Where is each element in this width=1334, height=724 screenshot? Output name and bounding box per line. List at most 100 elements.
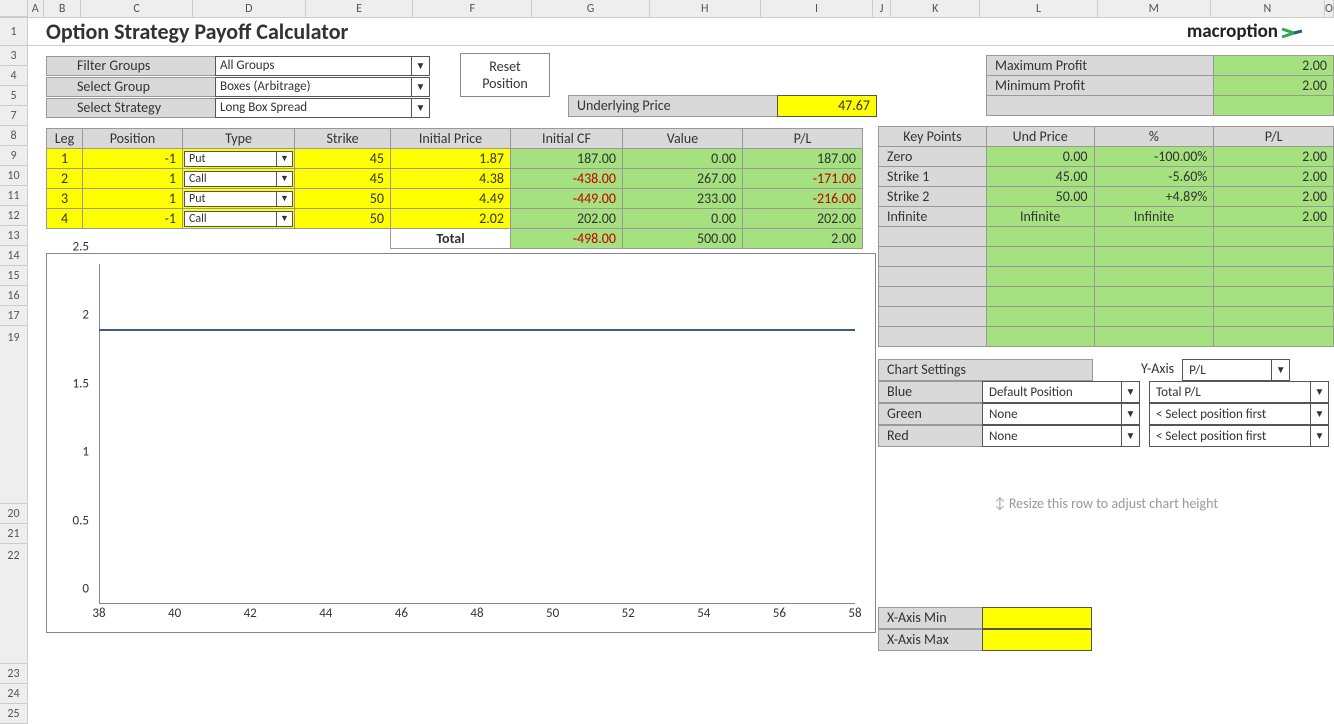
leg-strike-input[interactable]: 50 [295, 209, 391, 229]
leg-initial-price-input[interactable]: 4.38 [391, 169, 511, 189]
chart-plot-area [99, 264, 855, 604]
leg-type-select[interactable]: Call▼ [184, 211, 293, 227]
row-9[interactable]: 9 [0, 146, 28, 166]
leg-type-cell: Put▼ [183, 189, 295, 209]
kp-pl: 2.00 [1214, 207, 1334, 227]
blue-series-label: Blue [878, 381, 983, 403]
row-22[interactable]: 22 [0, 544, 28, 664]
min-profit-value: 2.00 [1214, 76, 1334, 96]
row-11[interactable]: 11 [0, 186, 28, 206]
col-K[interactable]: K [891, 0, 980, 17]
col-A[interactable]: A [28, 0, 44, 17]
col-O[interactable]: O [1325, 0, 1334, 17]
row-14[interactable]: 14 [0, 246, 28, 266]
col-C[interactable]: C [81, 0, 192, 17]
x-tick: 38 [92, 606, 105, 621]
x-axis-min-input[interactable] [982, 607, 1092, 629]
leg-type-select[interactable]: Put▼ [184, 191, 293, 207]
blue-series-select[interactable]: Default Position▼ [982, 381, 1140, 403]
leg-initial-price-input[interactable]: 4.49 [391, 189, 511, 209]
leg-strike-input[interactable]: 45 [295, 169, 391, 189]
leg-strike-input[interactable]: 50 [295, 189, 391, 209]
row-21[interactable]: 21 [0, 524, 28, 544]
row-1[interactable]: 1 [0, 18, 28, 46]
row-5[interactable]: 5 [0, 86, 28, 106]
leg-position-input[interactable]: 1 [83, 169, 183, 189]
leg-initial-price-input[interactable]: 1.87 [391, 149, 511, 169]
kp-und-price: Infinite [986, 207, 1094, 227]
leg-position-input[interactable]: 1 [83, 189, 183, 209]
select-strategy-select[interactable]: Long Box Spread▼ [215, 98, 430, 118]
row-4[interactable]: 4 [0, 66, 28, 86]
total-icf: -498.00 [511, 229, 623, 249]
profit-blank-value [1214, 96, 1334, 116]
kp-und-price: 0.00 [986, 147, 1094, 167]
hdr-type: Type [183, 129, 295, 149]
chart-settings-box: Chart Settings Y-Axis P/L▼ Blue Default … [878, 359, 1334, 447]
chart-y-axis: 00.511.522.5 [47, 264, 97, 604]
col-G[interactable]: G [532, 0, 649, 17]
kp-name: Zero [879, 147, 987, 167]
x-tick: 50 [546, 606, 559, 621]
row-25[interactable]: 25 [0, 704, 28, 724]
leg-type-select[interactable]: Put▼ [184, 151, 293, 167]
select-group-label: Select Group [46, 77, 216, 97]
blue-series-metric-select[interactable]: Total P/L▼ [1149, 381, 1329, 403]
y-axis-select[interactable]: P/L▼ [1182, 359, 1290, 381]
reset-position-button[interactable]: Reset Position [460, 53, 550, 97]
col-H[interactable]: H [650, 0, 761, 17]
leg-initial-cf: 187.00 [511, 149, 623, 169]
brand-logo: macroption [1187, 20, 1334, 43]
leg-type-cell: Call▼ [183, 169, 295, 189]
col-M[interactable]: M [1098, 0, 1211, 17]
hdr-strike: Strike [295, 129, 391, 149]
profit-blank-label [987, 96, 1214, 116]
row-10[interactable]: 10 [0, 166, 28, 186]
chart-x-axis-line [99, 603, 855, 604]
row-3[interactable]: 3 [0, 46, 28, 66]
y-axis-label: Y-Axis [1141, 359, 1174, 381]
leg-position-input[interactable]: -1 [83, 209, 183, 229]
y-tick: 2 [82, 308, 89, 323]
red-series-label: Red [878, 425, 983, 447]
row-15[interactable]: 15 [0, 266, 28, 286]
green-series-select[interactable]: None▼ [982, 403, 1140, 425]
x-tick: 40 [168, 606, 181, 621]
hdr-leg: Leg [47, 129, 83, 149]
row-8[interactable]: 8 [0, 126, 28, 146]
row-16[interactable]: 16 [0, 286, 28, 306]
y-tick: 0.5 [73, 513, 89, 528]
row-17[interactable]: 17 [0, 306, 28, 326]
payoff-chart[interactable]: 00.511.522.5 3840424446485052545658 [46, 253, 876, 633]
row-24[interactable]: 24 [0, 684, 28, 704]
col-D[interactable]: D [193, 0, 306, 17]
row-12[interactable]: 12 [0, 206, 28, 226]
x-axis-max-label: X-Axis Max [878, 629, 983, 651]
filter-groups-select[interactable]: All Groups▼ [215, 56, 430, 76]
col-I[interactable]: I [761, 0, 873, 17]
col-E[interactable]: E [306, 0, 413, 17]
underlying-price-input[interactable]: 47.67 [777, 95, 877, 117]
select-group-select[interactable]: Boxes (Arbitrage)▼ [215, 77, 430, 97]
row-7[interactable]: 7 [0, 106, 28, 126]
row-23[interactable]: 23 [0, 664, 28, 684]
leg-value: 233.00 [623, 189, 743, 209]
col-B[interactable]: B [44, 0, 82, 17]
row-19[interactable]: 19 [0, 326, 28, 504]
col-F[interactable]: F [413, 0, 532, 17]
col-J[interactable]: J [873, 0, 891, 17]
red-series-metric-select[interactable]: < Select position first▼ [1149, 425, 1329, 447]
leg-initial-price-input[interactable]: 2.02 [391, 209, 511, 229]
leg-position-input[interactable]: -1 [83, 149, 183, 169]
green-series-metric-select[interactable]: < Select position first▼ [1149, 403, 1329, 425]
row-13[interactable]: 13 [0, 226, 28, 246]
x-axis-max-input[interactable] [982, 629, 1092, 651]
col-N[interactable]: N [1211, 0, 1325, 17]
profit-summary-table: Maximum Profit 2.00 Minimum Profit 2.00 [986, 55, 1334, 116]
leg-type-select[interactable]: Call▼ [184, 171, 293, 187]
row-20[interactable]: 20 [0, 504, 28, 524]
red-series-select[interactable]: None▼ [982, 425, 1140, 447]
chevron-down-icon: ▼ [411, 78, 429, 96]
col-L[interactable]: L [980, 0, 1097, 17]
leg-strike-input[interactable]: 45 [295, 149, 391, 169]
